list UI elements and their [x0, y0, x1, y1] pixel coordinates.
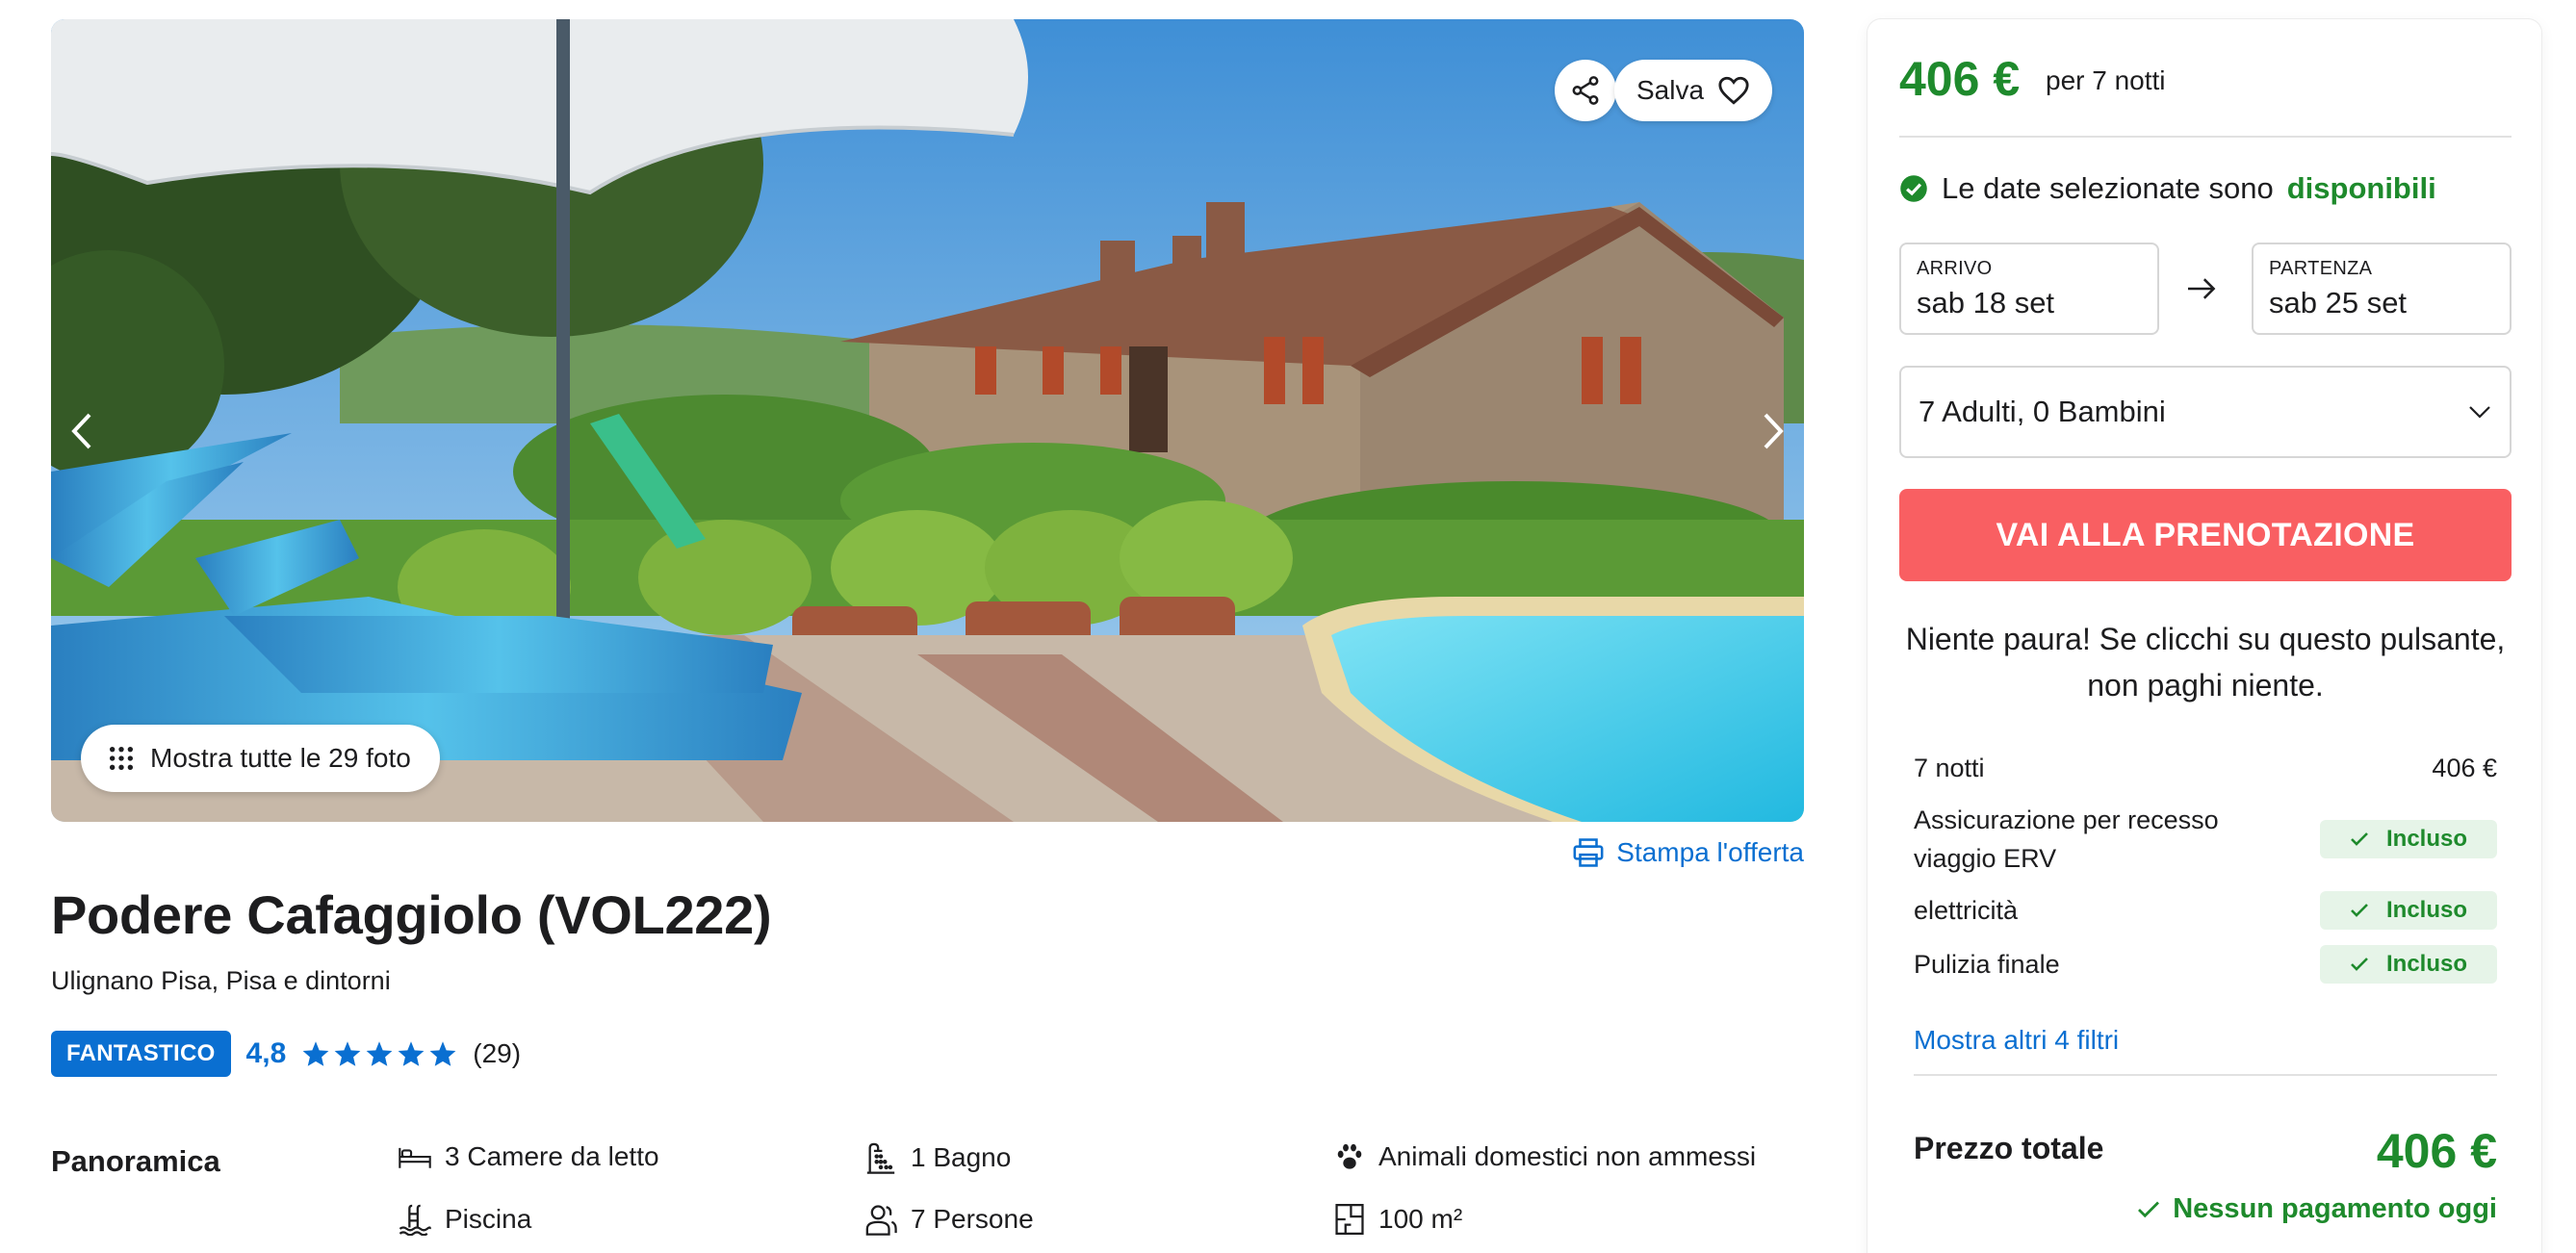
people-icon: [865, 1205, 897, 1236]
bed-icon: [399, 1147, 431, 1168]
included-badge: Incluso: [2320, 891, 2497, 930]
guests-value: 7 Adulti, 0 Bambini: [1919, 395, 2166, 428]
included-badge: Incluso: [2320, 820, 2497, 858]
check-circle-icon: [1900, 175, 1927, 202]
reassurance-line: Niente paura! Se clicchi su questo pulsa…: [1905, 622, 2506, 656]
arrival-label: ARRIVO: [1917, 258, 1993, 279]
feature-label: 100 m²: [1378, 1204, 1463, 1234]
availability-value: disponibili: [2286, 171, 2436, 205]
book-button[interactable]: VAI ALLA PRENOTAZIONE: [1899, 489, 2512, 581]
chevron-left-icon: [71, 413, 91, 449]
star-icon: [302, 1041, 329, 1066]
divider: [1899, 136, 2512, 138]
show-all-photos-label: Mostra tutte le 29 foto: [150, 743, 411, 773]
rating-summary[interactable]: FANTASTICO 4,8 (29): [51, 1031, 521, 1077]
availability-status: Le date selezionate sono disponibili: [1899, 171, 2436, 206]
booking-panel: 406 € per 7 notti Le date selezionate so…: [1868, 19, 2541, 1253]
divider: [1914, 1074, 2497, 1076]
star-icon: [429, 1041, 456, 1066]
total-price-label: Prezzo totale: [1914, 1131, 2104, 1165]
chevron-right-icon: [1764, 413, 1784, 449]
line-item-label: elettricità: [1914, 896, 2019, 925]
feature-label: 1 Bagno: [911, 1142, 1012, 1172]
check-icon: [2351, 904, 2368, 917]
check-icon: [2351, 832, 2368, 846]
guests-select[interactable]: 7 Adulti, 0 Bambini: [1899, 366, 2512, 458]
line-item-insurance: Assicurazione per recesso viaggio ERV In…: [1914, 801, 2497, 878]
check-icon: [2351, 958, 2368, 971]
line-item-cleaning: Pulizia finale Incluso: [1914, 945, 2497, 984]
reassurance-text: Niente paura! Se clicchi su questo pulsa…: [1899, 616, 2512, 708]
no-payment-note: Nessun pagamento oggi: [2136, 1193, 2497, 1225]
no-payment-label: Nessun pagamento oggi: [2173, 1193, 2497, 1224]
rating-badge: FANTASTICO: [51, 1031, 231, 1077]
check-icon: [2138, 1201, 2160, 1217]
shower-icon: [866, 1142, 895, 1174]
overview-heading: Panoramica: [51, 1144, 220, 1178]
arrow-right-icon: [2188, 278, 2216, 299]
line-item-label: Assicurazione per recesso viaggio ERV: [1914, 806, 2219, 873]
included-badge: Incluso: [2320, 945, 2497, 984]
price: 406 €: [1899, 52, 2021, 106]
show-all-photos-button[interactable]: Mostra tutte le 29 foto: [81, 725, 440, 792]
feature-pool: Piscina: [399, 1203, 531, 1236]
feature-label: 7 Persone: [911, 1204, 1034, 1234]
next-photo-button[interactable]: [1754, 402, 1792, 460]
share-icon: [1572, 76, 1599, 105]
paw-icon: [1337, 1143, 1362, 1169]
feature-area: 100 m²: [1334, 1203, 1462, 1236]
previous-photo-button[interactable]: [63, 402, 101, 460]
star-icon: [334, 1041, 361, 1066]
feature-persons: 7 Persone: [864, 1203, 1034, 1236]
feature-pets: Animali domestici non ammessi: [1334, 1141, 1756, 1172]
feature-bathrooms: 1 Bagno: [864, 1141, 1011, 1174]
line-item-label: Pulizia finale: [1914, 950, 2060, 979]
feature-label: Animali domestici non ammessi: [1378, 1141, 1757, 1171]
departure-value: sab 25 set: [2269, 286, 2408, 320]
departure-label: PARTENZA: [2269, 258, 2373, 279]
listing-title: Podere Cafaggiolo (VOL222): [51, 884, 772, 945]
availability-text: Le date selezionate sono: [1942, 171, 2274, 205]
star-icon: [398, 1041, 425, 1066]
line-item-value: 406 €: [2432, 753, 2497, 782]
heart-icon: [1718, 76, 1749, 105]
grid-icon: [109, 746, 134, 771]
arrival-date-field[interactable]: ARRIVO sab 18 set: [1899, 243, 2159, 335]
arrival-value: sab 18 set: [1917, 286, 2055, 320]
price-note: per 7 notti: [2046, 65, 2166, 95]
feature-bedrooms: 3 Camere da letto: [399, 1141, 659, 1172]
chevron-down-icon: [2469, 406, 2490, 419]
included-label: Incluso: [2385, 897, 2467, 923]
print-offer-link[interactable]: Stampa l'offerta: [1572, 837, 1804, 868]
line-item-nights: 7 notti 406 €: [1914, 749, 2497, 787]
feature-label: 3 Camere da letto: [445, 1141, 659, 1171]
total-price: 406 €: [2376, 1124, 2497, 1178]
printer-icon: [1573, 838, 1604, 867]
included-label: Incluso: [2385, 826, 2467, 852]
pool-icon: [399, 1204, 431, 1236]
share-button[interactable]: [1555, 60, 1616, 121]
show-more-filters-link[interactable]: Mostra altri 4 filtri: [1914, 1025, 2119, 1056]
floorplan-icon: [1335, 1203, 1364, 1236]
line-item-electricity: elettricità Incluso: [1914, 891, 2497, 930]
listing-location: Ulignano Pisa, Pisa e dintorni: [51, 966, 391, 995]
photo-gallery[interactable]: Salva Mostra tutte le 29 foto: [51, 19, 1804, 822]
included-label: Incluso: [2385, 951, 2467, 977]
property-photo[interactable]: [51, 19, 1804, 822]
line-item-label: 7 notti: [1914, 754, 1985, 782]
save-button-label: Salva: [1636, 75, 1705, 105]
save-button[interactable]: Salva: [1614, 60, 1772, 121]
reassurance-line: non paghi niente.: [2087, 668, 2324, 703]
departure-date-field[interactable]: PARTENZA sab 25 set: [2252, 243, 2512, 335]
rating-stars: [301, 1040, 457, 1067]
print-offer-label: Stampa l'offerta: [1616, 837, 1804, 867]
rating-score: 4,8: [245, 1037, 287, 1069]
feature-label: Piscina: [445, 1204, 532, 1234]
star-icon: [366, 1041, 393, 1066]
rating-count: (29): [473, 1038, 522, 1068]
